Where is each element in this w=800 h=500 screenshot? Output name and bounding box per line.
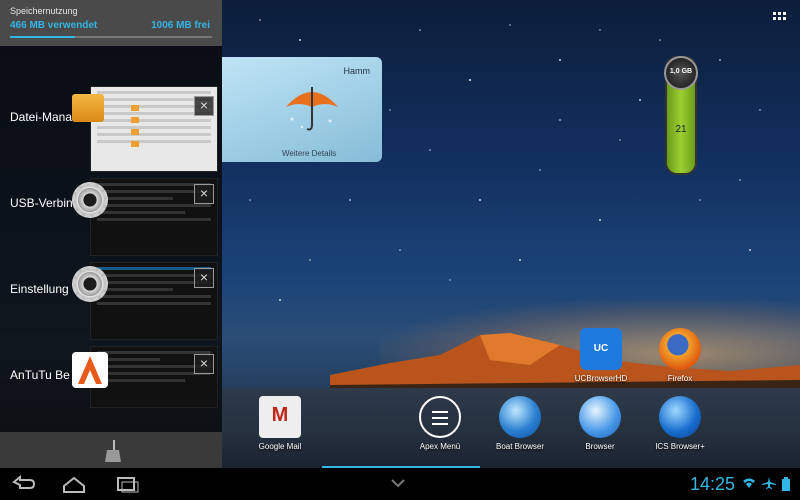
memory-widget-value: 21	[675, 124, 687, 135]
ucbrowser-shortcut[interactable]: UC UCBrowserHD	[561, 328, 641, 383]
close-recent-button[interactable]: ×	[194, 268, 214, 288]
ics-browser-icon	[659, 396, 701, 438]
back-icon[interactable]	[10, 474, 38, 494]
recent-app-item[interactable]: Einstellung ×	[0, 262, 222, 346]
firefox-shortcut[interactable]: Firefox	[640, 328, 720, 383]
browser-shortcut[interactable]: Browser	[560, 396, 640, 451]
close-recent-button[interactable]: ×	[194, 96, 214, 116]
all-apps-icon[interactable]	[773, 12, 787, 26]
recent-apps-icon[interactable]	[112, 474, 140, 494]
boat-browser-shortcut[interactable]: Boat Browser	[480, 396, 560, 451]
weather-widget[interactable]: Hamm Weitere Details	[222, 57, 382, 162]
files-icon	[72, 94, 104, 122]
chevron-down-icon[interactable]	[390, 478, 406, 488]
memory-used: 466 MB verwendet	[10, 20, 98, 31]
ics-browser-shortcut[interactable]: ICS Browser+	[640, 396, 720, 451]
apex-menu-label: Apex Menü	[419, 442, 461, 451]
memory-progress-fill	[10, 36, 75, 38]
umbrella-icon	[286, 87, 338, 131]
gmail-label: Google Mail	[258, 442, 302, 451]
memory-free: 1006 MB frei	[151, 20, 210, 31]
memory-usage-bar: Speichernutzung 466 MB verwendet 1006 MB…	[0, 0, 222, 46]
ucbrowser-icon: UC	[580, 328, 622, 370]
clear-recents-button[interactable]	[0, 432, 222, 468]
gear-icon	[72, 266, 108, 302]
battery-icon	[782, 477, 790, 491]
close-recent-button[interactable]: ×	[194, 354, 214, 374]
boat-browser-label: Boat Browser	[495, 442, 545, 451]
recent-app-item[interactable]: AnTuTu Be ×	[0, 346, 222, 430]
recent-app-item[interactable]: USB-Verbin ×	[0, 178, 222, 262]
gmail-shortcut[interactable]: Google Mail	[240, 396, 320, 451]
recent-app-item[interactable]: Datei-Mana ×	[0, 60, 222, 172]
firefox-icon	[659, 328, 701, 370]
airplane-mode-icon	[762, 477, 776, 489]
gear-icon	[72, 182, 108, 218]
firefox-label: Firefox	[667, 374, 693, 383]
weather-city: Hamm	[343, 66, 371, 76]
ics-browser-label: ICS Browser+	[655, 442, 705, 451]
ucbrowser-label: UCBrowserHD	[574, 374, 628, 383]
browser-icon	[579, 396, 621, 438]
recent-apps-panel: Speichernutzung 466 MB verwendet 1006 MB…	[0, 0, 222, 468]
gmail-icon	[259, 396, 301, 438]
clock: 14:25	[690, 474, 736, 494]
memory-widget[interactable]: 1,0 GB 21	[664, 56, 698, 175]
browser-label: Browser	[585, 442, 615, 451]
boat-browser-icon	[499, 396, 541, 438]
antutu-icon	[72, 352, 108, 388]
memory-progress-track	[10, 36, 212, 38]
memory-widget-cap: 1,0 GB	[664, 56, 698, 90]
home-icon[interactable]	[60, 474, 88, 494]
apex-menu-shortcut[interactable]: Apex Menü	[400, 396, 480, 451]
memory-usage-title: Speichernutzung	[10, 6, 78, 16]
memory-widget-cap-label: 1,0 GB	[669, 68, 693, 75]
wifi-icon	[743, 478, 755, 488]
apex-menu-icon	[419, 396, 461, 438]
weather-details-link[interactable]: Weitere Details	[282, 149, 336, 158]
system-bar: 14:25	[0, 468, 800, 500]
close-recent-button[interactable]: ×	[194, 184, 214, 204]
broom-icon	[105, 440, 121, 462]
